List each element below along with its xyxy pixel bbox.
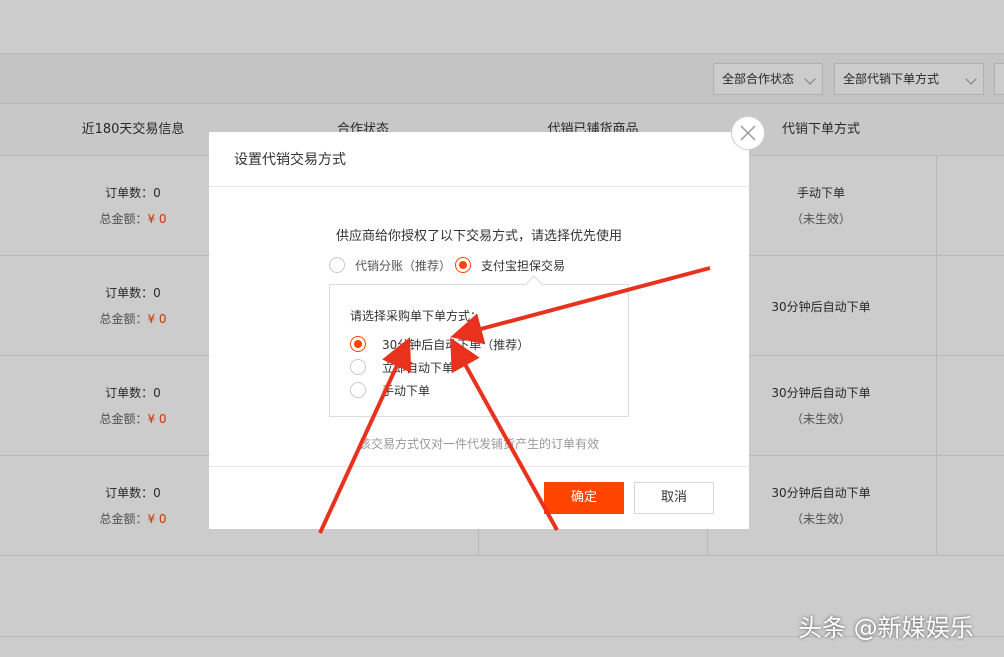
annotation-arrow [318, 337, 412, 534]
annotation-arrows [318, 266, 711, 534]
watermark: 头条 @新媒娱乐 [798, 614, 974, 642]
annotation-arrow [450, 337, 559, 531]
annotation-arrow [450, 266, 711, 345]
